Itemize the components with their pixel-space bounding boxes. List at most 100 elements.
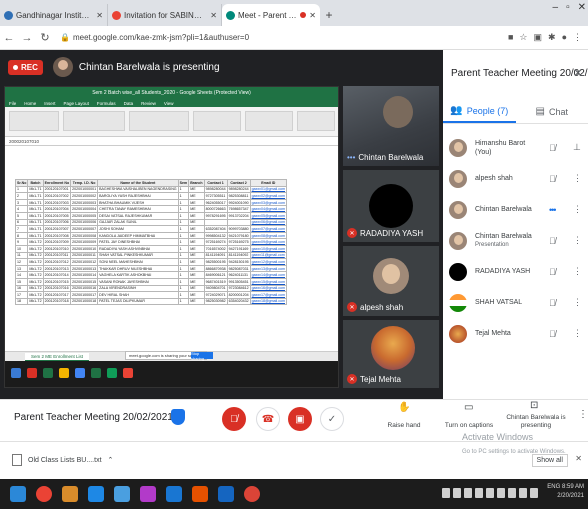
- tile-tejal[interactable]: ✕ Tejal Mehta: [343, 320, 439, 388]
- reload-icon[interactable]: ↻: [36, 31, 54, 44]
- meeting-title[interactable]: Parent Teacher Meeting 20/02/2021⌃: [14, 412, 185, 423]
- table-row: 6 Mk1-T1 200120107006 202001000006 GAJJAR ZA…: [14, 218, 288, 227]
- tray-icon[interactable]: [530, 488, 538, 498]
- shield-icon[interactable]: [171, 409, 185, 425]
- tab-people[interactable]: 👥 People (7): [443, 100, 516, 123]
- tab-close-icon[interactable]: ✕: [210, 11, 217, 20]
- table-cell: 6: [14, 218, 29, 227]
- mic-toggle-button[interactable]: 🎙̸: [222, 407, 246, 431]
- captions-label[interactable]: Turn on captions: [440, 422, 498, 430]
- more-vert-icon[interactable]: ⋮: [573, 173, 582, 184]
- table-cell: VASANI RONAK JAYESHBHAI: [97, 277, 179, 286]
- table-cell: 11: [14, 251, 29, 260]
- table-cell: BAROLIYA YASH RAJESHBHAI: [97, 192, 179, 200]
- table-cell: 1: [177, 238, 190, 246]
- url-field[interactable]: 🔒 meet.google.com/kae-zmk-jsm?pli=1&authu…: [60, 33, 508, 42]
- close-window-icon[interactable]: ✕: [578, 2, 586, 13]
- more-vert-icon[interactable]: ⋮: [573, 266, 582, 277]
- show-all-button[interactable]: Show all: [531, 454, 568, 467]
- captions-icon[interactable]: ▭: [464, 402, 473, 413]
- close-icon[interactable]: ✕: [575, 454, 582, 463]
- camera-toggle-button[interactable]: ▣: [288, 407, 312, 431]
- tile-radadiya[interactable]: ✕ RADADIYA YASH: [343, 170, 439, 242]
- table-cell: Mk1-T1: [27, 218, 44, 227]
- table-cell: 15: [14, 277, 29, 286]
- table-cell: 9978291695: [203, 211, 228, 220]
- table-cell: KANDOLA JAIDEEP HIMMATBHAI: [97, 231, 179, 240]
- minimize-icon[interactable]: –: [553, 2, 559, 13]
- table-cell: 200120107003: [42, 198, 72, 207]
- tray-icon[interactable]: [497, 488, 505, 498]
- windows-start-icon[interactable]: [10, 486, 26, 502]
- chevron-up-icon[interactable]: ⌃: [108, 456, 114, 464]
- more-options-icon[interactable]: ⋮: [578, 409, 588, 420]
- pin-icon[interactable]: ⊥: [573, 142, 581, 153]
- list-item[interactable]: alpesh shah 🎙̸ ⋮: [443, 163, 588, 194]
- tray-icon[interactable]: [475, 488, 483, 498]
- tab-close-icon[interactable]: ✕: [96, 11, 103, 20]
- presenter-label[interactable]: Chintan Barelwala is presenting: [506, 414, 566, 430]
- sheet-menu-formulas: Formulas: [96, 100, 116, 106]
- leave-call-button[interactable]: ☎: [256, 407, 280, 431]
- app-icon[interactable]: [166, 486, 182, 502]
- list-item[interactable]: Chintan Barelwala ••• ⋮: [443, 194, 588, 225]
- new-tab-button[interactable]: +: [320, 4, 338, 26]
- table-cell: 9687401519: [203, 277, 228, 286]
- list-item[interactable]: Himanshu Barot (You) 🎙̸ ⊥: [443, 132, 588, 163]
- extension-icon[interactable]: ▣: [534, 32, 543, 43]
- menu-kebab-icon[interactable]: ⋮: [573, 32, 582, 43]
- mic-off-icon: 🎙̸: [549, 142, 556, 153]
- download-item[interactable]: Old Class Lists BU....txt ⌃: [12, 454, 113, 466]
- more-vert-icon[interactable]: ⋮: [573, 328, 582, 339]
- tile-chintan[interactable]: ••• Chintan Barelwala: [343, 86, 439, 166]
- mic-off-icon: 🎙̸: [549, 328, 556, 339]
- list-item[interactable]: Tejal Mehta 🎙̸ ⋮: [443, 318, 588, 349]
- back-arrow-icon[interactable]: ←: [0, 32, 18, 44]
- table-row: 8 Mk1-T1 200120107008 202001000008 KANDOLA J…: [14, 231, 288, 240]
- media-icon[interactable]: [140, 486, 156, 502]
- raise-hand-label[interactable]: Raise hand: [384, 422, 424, 430]
- checkmark-button[interactable]: ✓: [320, 407, 344, 431]
- table-cell: SHAH VATSAL PINKESHKUMAR: [97, 251, 179, 260]
- puzzle-icon[interactable]: ✱: [548, 32, 556, 43]
- tab-chat[interactable]: ▤ Chat: [516, 100, 588, 123]
- list-item[interactable]: SHAH VATSAL 🎙̸ ⋮: [443, 287, 588, 318]
- forward-arrow-icon[interactable]: →: [18, 32, 36, 44]
- store-icon[interactable]: [114, 486, 130, 502]
- tray-icon[interactable]: [486, 488, 494, 498]
- tray-icon[interactable]: [453, 488, 461, 498]
- app-icon[interactable]: [192, 486, 208, 502]
- word-icon[interactable]: [218, 486, 234, 502]
- tile-alpesh[interactable]: ✕ alpesh shah: [343, 246, 439, 316]
- clock[interactable]: ENG 8:59 AM 2/20/2021: [547, 483, 584, 501]
- tab-close-icon[interactable]: ✕: [309, 11, 316, 20]
- profile-icon[interactable]: ●: [562, 32, 567, 43]
- list-item[interactable]: Chintan Barelwala Presentation 🎙̸ ⋮: [443, 225, 588, 256]
- more-vert-icon[interactable]: ⋮: [573, 297, 582, 308]
- browser-tab-meet[interactable]: Meet - Parent Teacher Meet ✕: [222, 4, 320, 26]
- close-icon[interactable]: ✕: [573, 66, 583, 80]
- tray-icon[interactable]: [464, 488, 472, 498]
- chrome-icon[interactable]: [244, 486, 260, 502]
- app-icon[interactable]: [62, 486, 78, 502]
- table-cell: ME: [188, 284, 205, 293]
- more-vert-icon[interactable]: ⋮: [573, 204, 582, 215]
- table-cell: 202001000003: [70, 198, 99, 207]
- present-icon[interactable]: ⊡: [530, 400, 538, 411]
- table-cell: 1: [177, 231, 190, 240]
- raise-hand-icon[interactable]: ✋: [398, 402, 410, 413]
- more-vert-icon[interactable]: ⋮: [573, 235, 582, 246]
- table-cell: 200120107015: [42, 277, 72, 286]
- browser-tab-invitation[interactable]: Invitation for SABINDIA STUDENT ✕: [108, 4, 222, 26]
- ie-icon[interactable]: [88, 486, 104, 502]
- tray-icon[interactable]: [442, 488, 450, 498]
- camera-icon[interactable]: ■: [508, 32, 513, 43]
- enrollment-table: Sr.No Batch Enrollment No Temp. I.D. No Name…: [14, 179, 288, 306]
- list-item[interactable]: RADADIYA YASH 🎙̸ ⋮: [443, 256, 588, 287]
- tray-icon[interactable]: [508, 488, 516, 498]
- chrome-icon[interactable]: [36, 486, 52, 502]
- maximize-icon[interactable]: ▫: [566, 2, 570, 13]
- tray-icon[interactable]: [519, 488, 527, 498]
- star-icon[interactable]: ☆: [519, 32, 527, 43]
- browser-tab-git[interactable]: Gandhinagar Institute of Technol ✕: [0, 4, 108, 26]
